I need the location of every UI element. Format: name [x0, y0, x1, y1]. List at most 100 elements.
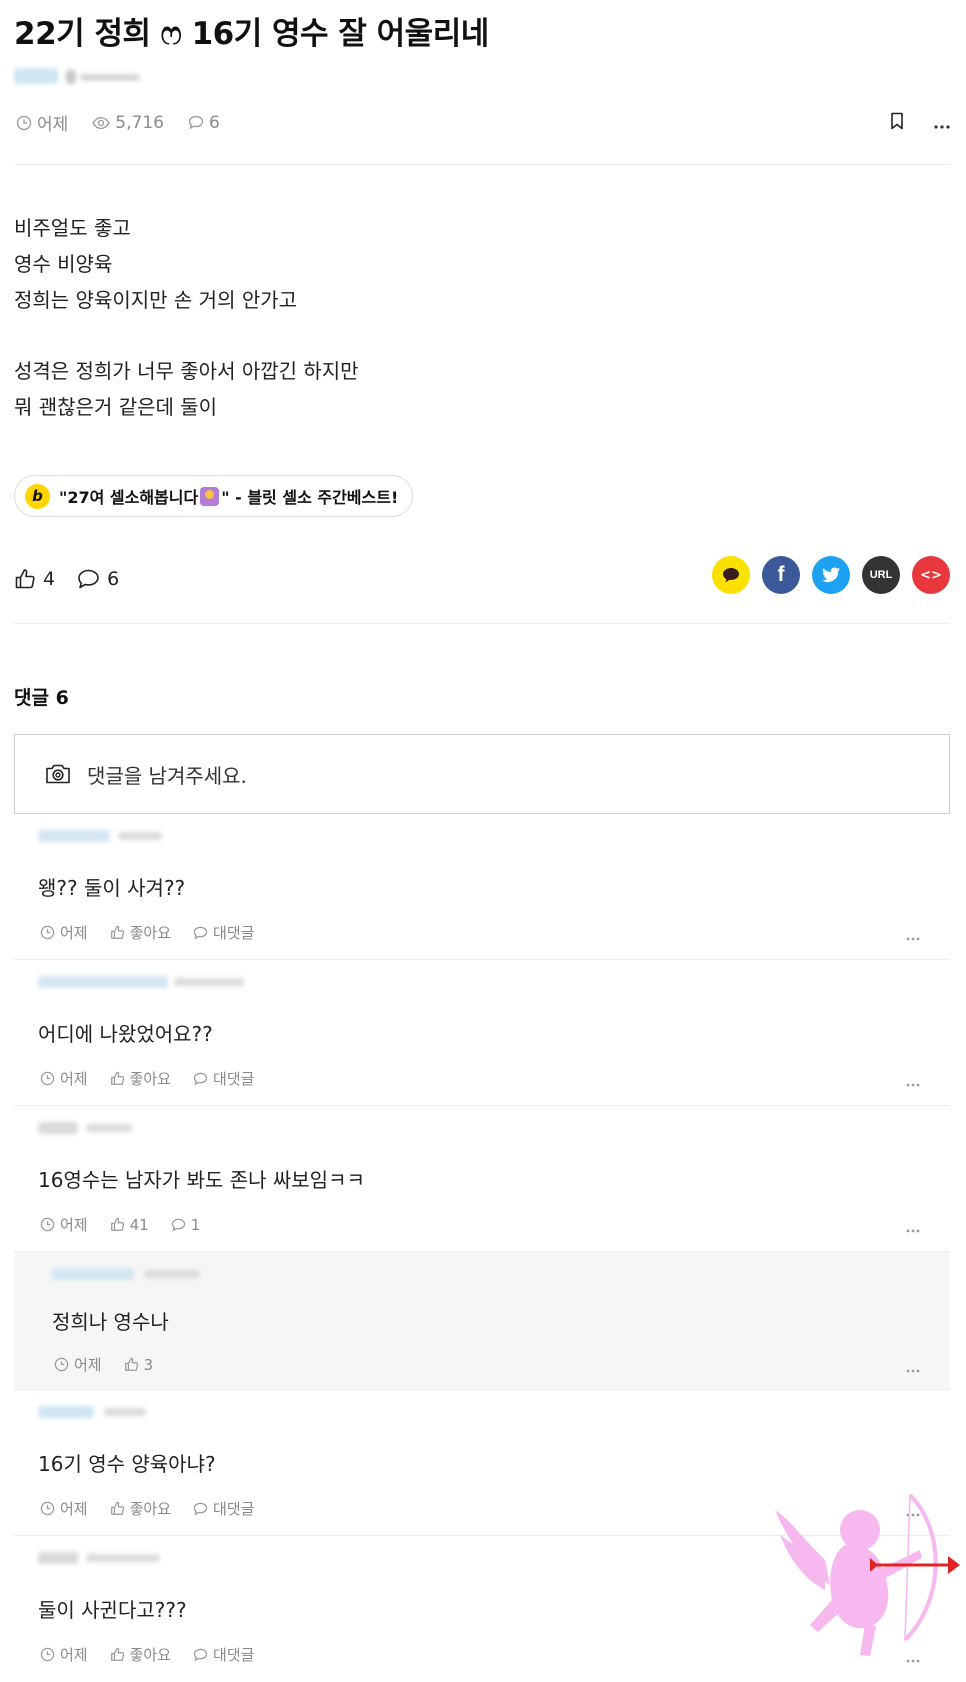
comment-time: 어제 [40, 1068, 88, 1089]
comment-author-blurred[interactable] [52, 1266, 200, 1282]
clock-icon [40, 1647, 55, 1662]
comment-like-button[interactable]: 좋아요 [110, 1498, 171, 1519]
share-facebook-button[interactable]: f [762, 556, 800, 594]
comment-reply-count: 1 [190, 1215, 201, 1234]
facebook-icon: f [777, 563, 785, 586]
speech-bubble-icon [193, 1072, 208, 1085]
post-more-button[interactable] [934, 114, 950, 133]
promo-text-start: "27여 셀소해봅니다 [59, 488, 199, 507]
post-views: 5,716 [92, 113, 164, 133]
thumbs-up-icon [124, 1357, 138, 1371]
comment-time: 어제 [40, 922, 88, 943]
body-line: 정희는 양육이지만 손 거의 안가고 [14, 288, 298, 312]
comment-reply-button[interactable]: 1 [171, 1215, 201, 1234]
body-line: 비주얼도 좋고 [14, 216, 131, 240]
post-title: 22기 정희 ෆ 16기 영수 잘 어울리네 [14, 16, 489, 52]
speech-bubble-icon [188, 115, 204, 130]
reply-item: 정희나 영수나 어제 3 [14, 1252, 950, 1390]
comment-time-text: 어제 [60, 924, 88, 942]
more-dots-icon [906, 1083, 920, 1087]
reactions-divider [14, 623, 950, 624]
clock-icon [40, 1501, 55, 1516]
post-reactions: 4 6 [14, 568, 141, 590]
comment-author-blurred[interactable] [38, 1404, 178, 1420]
share-embed-button[interactable]: <> [912, 556, 950, 594]
comment-time: 어제 [54, 1354, 102, 1375]
thumbs-up-icon [110, 1647, 124, 1661]
comment-time: 어제 [40, 1498, 88, 1519]
comment-reply-label: 대댓글 [213, 1500, 255, 1518]
comment-reply-button[interactable]: 대댓글 [193, 1644, 254, 1665]
comment-time-text: 어제 [60, 1646, 88, 1664]
share-url-button[interactable]: URL [862, 556, 900, 594]
comment-text: 16영수는 남자가 봐도 존나 싸보임ㅋㅋ [38, 1168, 365, 1192]
share-kakaotalk-button[interactable] [712, 556, 750, 594]
camera-icon [46, 764, 70, 784]
comment-like-button[interactable]: 좋아요 [110, 1068, 171, 1089]
speech-bubble-icon [171, 1218, 185, 1231]
comment-reply-label: 대댓글 [213, 924, 255, 942]
post-like-button[interactable]: 4 [14, 568, 55, 590]
comment-like-label: 좋아요 [129, 1646, 172, 1664]
post-meta: 어제 5,716 6 [16, 110, 244, 135]
clock-icon [40, 1217, 55, 1232]
comment-more-button[interactable] [906, 926, 920, 945]
body-line: 뭐 괜찮은거 같은데 둘이 [14, 395, 218, 419]
comment-text: 정희나 영수나 [52, 1310, 169, 1334]
comment-like-label: 좋아요 [129, 1070, 172, 1088]
comment-input[interactable]: 댓글을 남겨주세요. [14, 734, 950, 814]
comment-author-blurred[interactable] [38, 828, 178, 844]
comment-like-button[interactable]: 좋아요 [110, 1644, 171, 1665]
more-dots-icon [934, 124, 950, 129]
post-body: 비주얼도 좋고 영수 비양육 정희는 양육이지만 손 거의 안가고 성격은 정희… [14, 210, 359, 425]
twitter-bird-icon [822, 567, 840, 582]
share-twitter-button[interactable] [812, 556, 850, 594]
comment-actions: 어제 좋아요 대댓글 [40, 1068, 276, 1089]
comment-item: 16영수는 남자가 봐도 존나 싸보임ㅋㅋ 어제 41 1 [14, 1106, 950, 1252]
bookmark-button[interactable] [890, 112, 904, 134]
cupid-sticker-icon [775, 1493, 960, 1656]
post-time: 어제 [16, 110, 68, 135]
body-line: 영수 비양육 [14, 252, 113, 276]
comment-like-button[interactable]: 좋아요 [110, 922, 171, 943]
comment-time-text: 어제 [74, 1356, 102, 1374]
comment-like-label: 좋아요 [129, 1500, 172, 1518]
comment-actions: 어제 3 [54, 1354, 175, 1375]
comment-time-text: 어제 [60, 1216, 88, 1234]
comment-actions: 어제 좋아요 대댓글 [40, 1644, 276, 1665]
comment-like-button[interactable]: 41 [110, 1216, 149, 1234]
post-time-text: 어제 [37, 115, 69, 135]
post-comment-count-text: 6 [208, 112, 220, 133]
promo-link-chip[interactable]: b "27여 셀소해봅니다 " - 블릿 셀소 주간베스트! [14, 475, 414, 517]
comment-reply-button[interactable]: 대댓글 [193, 1498, 254, 1519]
comment-more-button[interactable] [906, 1358, 920, 1377]
person-raising-hand-emoji-icon [200, 486, 220, 506]
comment-time-text: 어제 [60, 1070, 88, 1088]
clock-icon [40, 925, 55, 940]
comment-more-button[interactable] [906, 1218, 920, 1237]
author-name-blurred[interactable] [14, 68, 154, 86]
comment-more-button[interactable] [906, 1072, 920, 1091]
comment-author-blurred[interactable] [38, 974, 244, 990]
comment-like-button[interactable]: 3 [124, 1356, 153, 1374]
comment-reply-button[interactable]: 대댓글 [193, 922, 254, 943]
speech-bubble-icon [193, 926, 208, 939]
thumbs-up-icon [15, 569, 35, 589]
comment-reply-button[interactable]: 대댓글 [193, 1068, 254, 1089]
kakaotalk-icon [723, 568, 739, 583]
thumbs-up-icon [110, 1501, 124, 1515]
comment-item: 왱?? 둘이 사겨?? 어제 좋아요 대댓글 [14, 814, 950, 960]
post-like-count: 4 [43, 568, 56, 590]
speech-bubble-icon [193, 1502, 208, 1515]
speech-bubble-icon [193, 1648, 208, 1661]
comment-text: 어디에 나왔었어요?? [38, 1022, 213, 1046]
body-line: 성격은 정희가 너무 좋아서 아깝긴 하지만 [14, 359, 359, 383]
comment-author-blurred[interactable] [38, 1120, 178, 1136]
post-views-count: 5,716 [115, 112, 164, 133]
comment-text: 둘이 사귄다고??? [38, 1598, 187, 1622]
comment-author-blurred[interactable] [38, 1550, 178, 1566]
comment-actions: 어제 좋아요 대댓글 [40, 922, 276, 943]
post-comment-button[interactable]: 6 [77, 568, 119, 590]
eye-icon [92, 116, 111, 129]
more-dots-icon [906, 1229, 920, 1233]
